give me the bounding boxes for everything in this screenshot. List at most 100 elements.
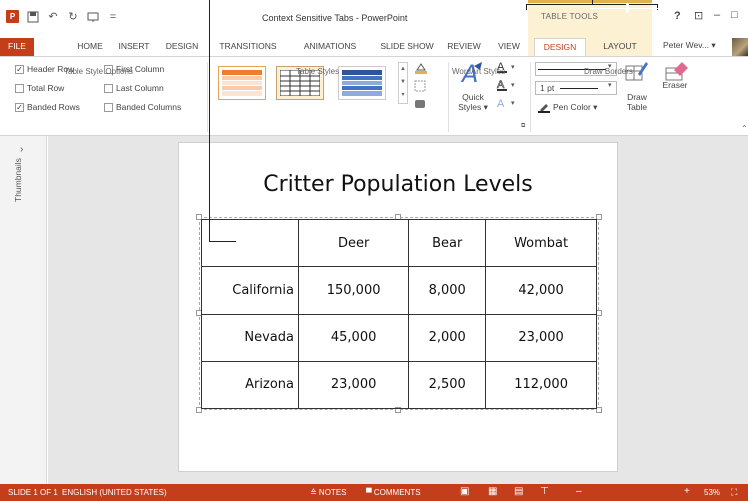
draw-table-label-1: Draw <box>627 92 647 102</box>
banded-columns-checkbox[interactable]: Banded Columns <box>104 102 181 112</box>
total-row-checkbox[interactable]: Total Row <box>15 83 64 93</box>
comments-button[interactable]: ▀ COMMENTS <box>366 488 421 497</box>
table-row: Nevada 45,000 2,000 23,000 <box>201 313 597 362</box>
checkbox-checked-icon: ✓ <box>15 102 24 112</box>
table-cell[interactable]: 45,000 <box>297 313 410 362</box>
table-cell[interactable]: 23,000 <box>485 313 597 362</box>
table-cell[interactable]: Deer <box>297 218 410 268</box>
gallery-scroll[interactable]: ▲ ▼ ▾ <box>398 62 408 104</box>
text-outline-icon[interactable]: A ▾ <box>496 78 520 95</box>
tab-review[interactable]: REVIEW <box>444 38 484 56</box>
group-label-table-styles: Table Styles <box>296 67 340 76</box>
table-cell[interactable]: 2,500 <box>408 360 487 410</box>
quick-styles-label-2: Styles ▾ <box>458 102 488 112</box>
tab-file[interactable]: FILE <box>0 38 34 56</box>
eraser-button[interactable]: Eraser <box>660 80 690 90</box>
help-button[interactable]: ? <box>674 10 681 22</box>
avatar[interactable] <box>732 38 748 56</box>
checkbox-empty-icon <box>15 83 24 93</box>
tab-table-design[interactable]: DESIGN <box>534 38 586 56</box>
table-cell[interactable]: 42,000 <box>485 266 597 315</box>
tab-view[interactable]: VIEW <box>494 38 524 56</box>
shading-icon[interactable] <box>414 62 428 77</box>
tab-table-layout[interactable]: LAYOUT <box>594 38 646 56</box>
table-cell[interactable]: Arizona <box>201 360 299 410</box>
last-column-checkbox[interactable]: Last Column <box>104 83 164 93</box>
zoom-slider-thumb[interactable] <box>626 4 629 13</box>
quick-styles-button[interactable]: Quick Styles ▾ <box>456 92 490 112</box>
option-label: Total Row <box>27 83 65 93</box>
customize-qat-icon[interactable]: = <box>107 11 119 23</box>
borders-icon[interactable] <box>414 80 428 95</box>
table-header-row: Deer Bear Wombat <box>201 218 597 268</box>
option-label: Banded Columns <box>116 102 182 112</box>
group-separator <box>207 62 208 132</box>
user-account[interactable]: Peter Wev... ▾ <box>663 40 716 51</box>
group-separator <box>530 62 531 132</box>
callout-line-table <box>209 0 210 242</box>
zoom-out-icon[interactable]: – <box>576 486 582 497</box>
maximize-button[interactable]: □ <box>731 9 738 21</box>
table-cell[interactable]: 112,000 <box>485 360 597 410</box>
table-cell[interactable]: Nevada <box>201 313 299 362</box>
table-cell[interactable]: 8,000 <box>408 266 487 315</box>
save-icon[interactable] <box>27 11 39 23</box>
option-label: Banded Rows <box>27 102 80 112</box>
table-cell[interactable]: Wombat <box>485 218 597 268</box>
callout-line-tabletools <box>592 0 593 5</box>
ribbon-display-options-icon[interactable]: ⊡ <box>694 9 703 22</box>
tab-home[interactable]: HOME <box>70 38 110 56</box>
svg-text:▾: ▾ <box>511 64 515 71</box>
table-cell[interactable]: Bear <box>408 218 487 268</box>
slide-show-icon[interactable]: ⊤ <box>540 486 549 497</box>
table-cell[interactable]: California <box>201 266 299 315</box>
checkbox-checked-icon: ✓ <box>15 64 24 74</box>
banded-rows-checkbox[interactable]: ✓ Banded Rows <box>15 102 80 112</box>
slide-sorter-icon[interactable]: ▦ <box>488 486 497 497</box>
zoom-in-icon[interactable]: + <box>684 486 690 497</box>
thumbnails-pane[interactable]: › Thumbnails <box>0 136 47 484</box>
group-label-wordart-styles: WordArt Styles <box>452 67 506 76</box>
reading-view-icon[interactable]: ▤ <box>514 486 523 497</box>
start-from-beginning-icon[interactable] <box>87 11 99 23</box>
population-table[interactable]: Deer Bear Wombat California 150,000 8,00… <box>201 218 597 410</box>
pen-weight-line <box>560 88 598 89</box>
powerpoint-logo-icon[interactable]: P <box>6 10 19 23</box>
slide-title[interactable]: Critter Population Levels <box>178 172 618 197</box>
fit-slide-icon[interactable]: ⛶ <box>731 487 737 498</box>
table-style-orange[interactable] <box>218 66 266 100</box>
svg-text:A: A <box>497 98 505 110</box>
zoom-level[interactable]: 53% <box>704 488 720 497</box>
tab-design[interactable]: DESIGN <box>160 38 204 56</box>
collapse-ribbon-icon[interactable]: ⌃ <box>741 124 748 133</box>
table-cell[interactable]: 23,000 <box>297 360 410 410</box>
draw-table-button[interactable]: Draw Table <box>622 92 652 112</box>
zoom-slider[interactable] <box>590 8 678 9</box>
tab-transitions[interactable]: TRANSITIONS <box>210 38 286 56</box>
tab-insert[interactable]: INSERT <box>114 38 154 56</box>
pen-color-icon[interactable] <box>538 101 550 116</box>
group-label-draw-borders: Draw Borders <box>584 67 633 76</box>
table-cell[interactable]: 150,000 <box>297 266 410 315</box>
table-style-blue[interactable] <box>338 66 386 100</box>
redo-icon[interactable]: ↻ <box>67 11 79 23</box>
table-cell[interactable]: 2,000 <box>408 313 487 362</box>
expand-thumbnails-icon[interactable]: › <box>20 144 23 155</box>
tab-slide-show[interactable]: SLIDE SHOW <box>372 38 442 56</box>
effects-icon[interactable] <box>414 98 428 113</box>
text-effects-icon[interactable]: A ▾ <box>496 96 520 113</box>
quick-access-toolbar: P ↶ ↻ = <box>6 10 119 23</box>
table-cell[interactable] <box>201 218 299 268</box>
undo-icon[interactable]: ↶ <box>47 11 59 23</box>
ribbon-tabs: FILE HOME INSERT DESIGN TRANSITIONS ANIM… <box>0 38 748 56</box>
notes-button[interactable]: ≙ NOTES <box>310 488 346 497</box>
pen-color-button[interactable]: Pen Color ▾ <box>553 102 597 113</box>
normal-view-icon[interactable]: ▣ <box>460 486 469 497</box>
checkbox-empty-icon <box>104 83 113 93</box>
pen-weight-value: 1 pt <box>540 83 555 93</box>
minimize-button[interactable]: – <box>714 9 720 21</box>
language-indicator[interactable]: ENGLISH (UNITED STATES) <box>62 488 167 497</box>
callout-bracket-left <box>526 4 527 10</box>
dialog-launcher-icon[interactable]: ⧉ <box>521 123 525 130</box>
tab-animations[interactable]: ANIMATIONS <box>290 38 370 56</box>
